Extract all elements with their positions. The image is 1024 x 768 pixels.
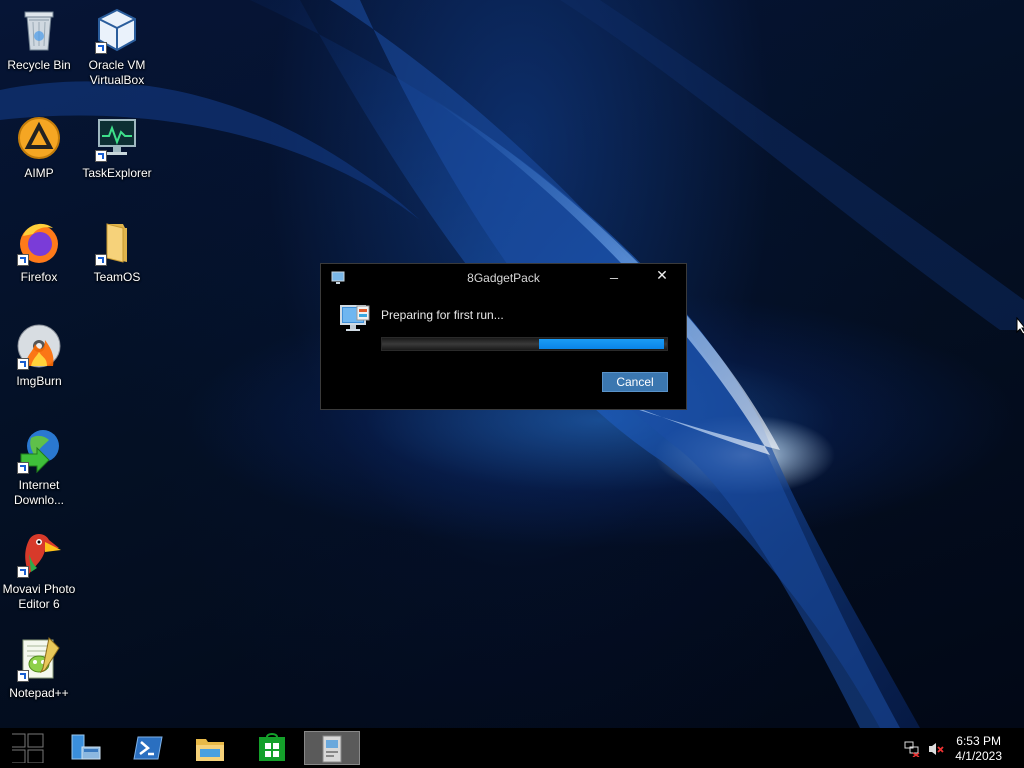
server-manager-icon bbox=[71, 734, 101, 760]
desktop-icon-label: TeamOS bbox=[93, 270, 141, 284]
store-icon bbox=[259, 733, 285, 761]
aimp-icon bbox=[18, 117, 60, 159]
desktop-icon-label: TaskExplorer bbox=[82, 166, 152, 180]
desktop-icon-label: AIMP bbox=[24, 166, 54, 180]
clock-time: 6:53 PM bbox=[956, 734, 1001, 748]
desktop-icon-teamos[interactable]: TeamOS bbox=[78, 218, 156, 285]
desktop-icon-label: Notepad++ bbox=[9, 686, 69, 700]
desktop-icon-label: Recycle Bin bbox=[7, 58, 71, 72]
desktop-icon-virtualbox[interactable]: Oracle VM VirtualBox bbox=[78, 6, 156, 88]
gadgetpack-app-icon bbox=[340, 305, 370, 331]
desktop[interactable]: Recycle Bin Oracle VM VirtualBox AIMP Ta… bbox=[0, 0, 1024, 728]
desktop-icon-internet-download-manager[interactable]: Internet Downlo... bbox=[0, 426, 78, 508]
desktop-icon-label: Firefox bbox=[20, 270, 58, 284]
progress-fill bbox=[538, 339, 664, 349]
progress-bar bbox=[381, 337, 668, 351]
dialog-title: 8GadgetPack bbox=[467, 271, 540, 285]
mouse-cursor bbox=[1016, 317, 1024, 335]
desktop-icon-recycle-bin[interactable]: Recycle Bin bbox=[0, 6, 78, 73]
powershell-icon bbox=[133, 736, 163, 760]
cancel-button[interactable]: Cancel bbox=[602, 372, 668, 392]
start-button-icon bbox=[12, 733, 44, 763]
taskbar-file-explorer[interactable] bbox=[182, 731, 238, 765]
desktop-icon-label: ImgBurn bbox=[16, 374, 62, 388]
desktop-icon-label: Internet Downlo... bbox=[13, 478, 65, 507]
close-button[interactable]: ✕ bbox=[651, 266, 673, 284]
clock-date: 4/1/2023 bbox=[955, 749, 1002, 763]
desktop-icon-movavi-photo-editor[interactable]: Movavi Photo Editor 6 bbox=[0, 530, 78, 612]
taskbar-8gadgetpack-installer[interactable] bbox=[304, 731, 360, 765]
volume-muted-icon[interactable] bbox=[928, 741, 944, 757]
desktop-icon-label: Movavi Photo Editor 6 bbox=[2, 582, 76, 611]
recycle-bin-icon bbox=[24, 11, 54, 51]
desktop-icon-aimp[interactable]: AIMP bbox=[0, 114, 78, 181]
desktop-icon-task-explorer[interactable]: TaskExplorer bbox=[78, 114, 156, 181]
desktop-icon-firefox[interactable]: Firefox bbox=[0, 218, 78, 285]
desktop-icon-label: Oracle VM VirtualBox bbox=[88, 58, 146, 87]
gadgetpack-dialog[interactable]: 8GadgetPack _ ✕ Preparing for first run.… bbox=[320, 263, 687, 410]
taskbar-server-manager[interactable] bbox=[58, 731, 114, 765]
start-button[interactable] bbox=[0, 731, 56, 765]
minimize-button[interactable]: _ bbox=[604, 264, 624, 284]
desktop-icon-notepad-plus-plus[interactable]: Notepad++ bbox=[0, 634, 78, 701]
taskbar-store[interactable] bbox=[244, 731, 300, 765]
system-clock[interactable]: 6:53 PM 4/1/2023 bbox=[955, 734, 1002, 764]
taskbar-powershell[interactable] bbox=[120, 731, 176, 765]
dialog-titlebar[interactable]: 8GadgetPack _ ✕ bbox=[321, 264, 686, 292]
8gadgetpack-installer-icon bbox=[322, 735, 342, 763]
network-icon[interactable] bbox=[904, 741, 920, 757]
status-message: Preparing for first run... bbox=[381, 308, 504, 322]
taskbar[interactable]: 6:53 PM 4/1/2023 bbox=[0, 728, 1024, 768]
desktop-icon-imgburn[interactable]: ImgBurn bbox=[0, 322, 78, 389]
file-explorer-icon bbox=[196, 739, 224, 761]
